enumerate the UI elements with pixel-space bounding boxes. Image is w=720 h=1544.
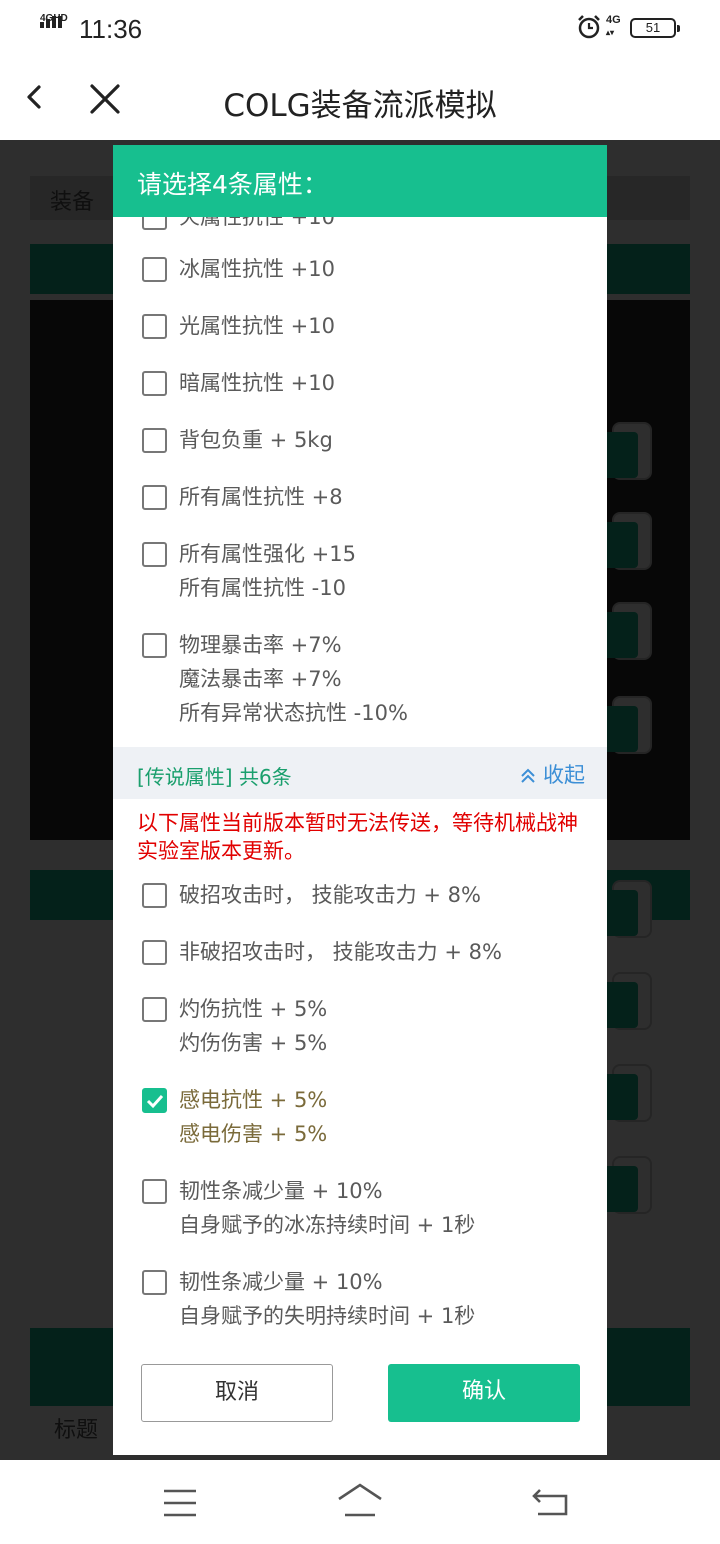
signal-icon: 4GHD (38, 13, 72, 41)
status-bar: 4GHD 11:36 4G▴▾ 51 (0, 0, 720, 58)
navigation-bar (0, 1460, 720, 1544)
confirm-button[interactable]: 确认 (388, 1364, 580, 1422)
checkbox[interactable] (142, 371, 167, 396)
legend-section-bar: [传说属性] 共6条 收起 (113, 747, 607, 799)
option-text: 非破招攻击时， 技能攻击力 + 8% (179, 940, 502, 964)
notice-text: 以下属性当前版本暂时无法传送，等待机械战神实验室版本更新。 (137, 811, 578, 863)
checkbox[interactable] (142, 940, 167, 965)
option-text: 感电伤害 + 5% (179, 1122, 328, 1146)
checkbox[interactable] (142, 1088, 167, 1113)
option-text: 所有属性强化 +15 (179, 542, 356, 566)
checkbox[interactable] (142, 428, 167, 453)
checkbox[interactable] (142, 883, 167, 908)
cancel-button[interactable]: 取消 (141, 1364, 333, 1422)
option-text: 光属性抗性 +10 (179, 314, 335, 338)
home-icon[interactable] (336, 1482, 384, 1518)
checkbox[interactable] (142, 1270, 167, 1295)
chevron-up-icon (521, 768, 535, 783)
option-text: 所有属性抗性 +8 (179, 485, 343, 509)
option-text: 所有属性抗性 -10 (179, 576, 346, 600)
collapse-button[interactable]: 收起 (519, 759, 585, 789)
option-text: 灼伤伤害 + 5% (179, 1031, 328, 1055)
dialog-header: 请选择4条属性： (113, 145, 607, 217)
battery-icon: 51 (630, 18, 680, 38)
checkbox[interactable] (142, 997, 167, 1022)
option-text: 背包负重 + 5kg (179, 428, 333, 452)
page-title: COLG装备流派模拟 (223, 88, 497, 124)
option-text: 灼伤抗性 + 5% (179, 997, 328, 1021)
checkbox[interactable] (142, 485, 167, 510)
battery-level: 51 (645, 20, 661, 35)
option-text: 自身赋予的失明持续时间 + 1秒 (179, 1304, 476, 1328)
option-text: 破招攻击时， 技能攻击力 + 8% (179, 883, 481, 907)
checkbox[interactable] (142, 1179, 167, 1204)
back-icon[interactable] (530, 1486, 570, 1518)
option-text: 韧性条减少量 + 10% (179, 1270, 383, 1294)
checkmark-icon (146, 1094, 164, 1109)
mobile-data-indicator: 4G ▴▾ (606, 14, 621, 37)
checkbox[interactable] (142, 314, 167, 339)
menu-icon[interactable] (162, 1488, 198, 1518)
option-text: 感电抗性 + 5% (179, 1088, 328, 1112)
section-title: [传说属性] 共6条 (137, 765, 292, 789)
option-text: 冰属性抗性 +10 (179, 257, 335, 281)
option-text: 所有异常状态抗性 -10% (179, 701, 408, 725)
attribute-select-dialog: 火属性抗性 +10 冰属性抗性 +10 光属性抗性 +10 暗属性抗性 +10 背包负… (113, 145, 607, 1455)
option-text: 韧性条减少量 + 10% (179, 1179, 383, 1203)
checkbox[interactable] (142, 633, 167, 658)
title-bar: COLG装备流派模拟 (0, 58, 720, 140)
alarm-icon (578, 15, 600, 39)
collapse-label: 收起 (543, 763, 585, 787)
option-text: 暗属性抗性 +10 (179, 371, 335, 395)
option-text: 物理暴击率 +7% (179, 633, 342, 657)
option-text: 魔法暴击率 +7% (179, 667, 342, 691)
checkbox[interactable] (142, 257, 167, 282)
option-text: 自身赋予的冰冻持续时间 + 1秒 (179, 1213, 476, 1237)
clock: 11:36 (79, 14, 143, 44)
checkbox[interactable] (142, 542, 167, 567)
